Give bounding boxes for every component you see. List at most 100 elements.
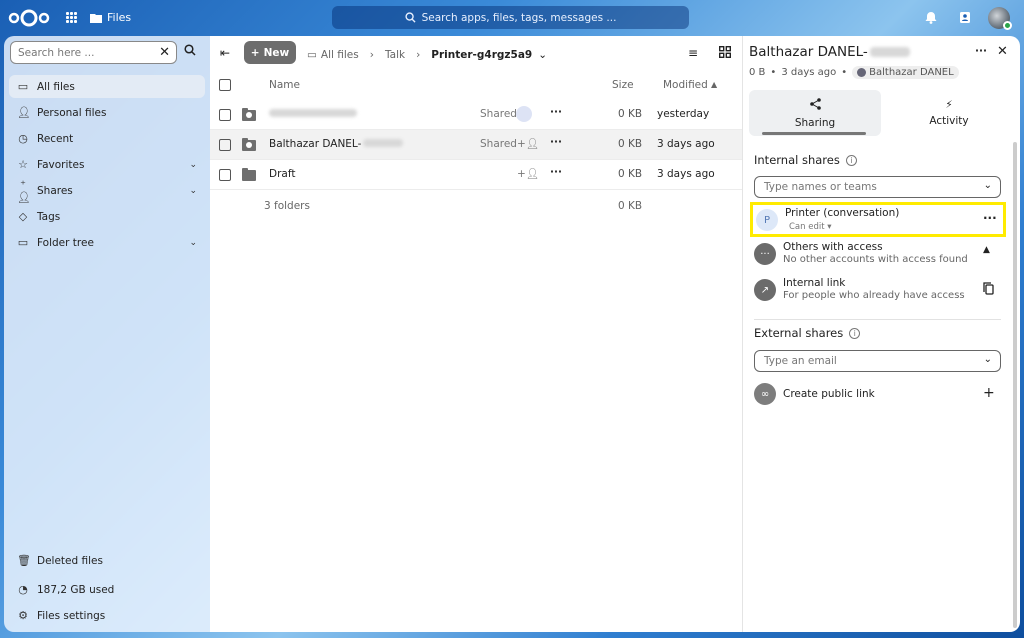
column-name[interactable]: Name: [269, 79, 300, 91]
table-row[interactable]: Balthazar DANEL- Shared +👤︎ ··· 0 KB 3 d…: [210, 130, 742, 160]
file-modified: 3 days ago: [657, 168, 715, 180]
tab-activity[interactable]: ⚡︎ Activity: [883, 90, 1015, 136]
search-icon[interactable]: [184, 44, 196, 59]
select-all-checkbox[interactable]: [219, 79, 231, 91]
file-modified: yesterday: [657, 108, 710, 120]
more-actions-icon[interactable]: ···: [975, 45, 987, 57]
more-actions-icon[interactable]: ···: [550, 166, 562, 178]
new-button[interactable]: + New: [244, 41, 296, 64]
share-permission: Can edit: [789, 222, 825, 232]
filter-icon[interactable]: ≡: [688, 46, 698, 60]
nav-item-recent[interactable]: ◷ Recent: [9, 127, 205, 150]
nav-item-shares[interactable]: ⁺👤︎ Shares ⌄: [9, 177, 205, 204]
nav-item-files-settings[interactable]: ⚙︎ Files settings: [9, 604, 205, 627]
more-actions-icon[interactable]: ···: [550, 136, 562, 148]
file-size: 0 KB: [618, 138, 643, 150]
external-email-input[interactable]: Type an email ⌄: [754, 350, 1001, 372]
shared-folder-icon: [242, 138, 256, 151]
others-with-access[interactable]: ··· Others with access No other accounts…: [743, 239, 1021, 271]
person-icon: 👤︎: [17, 106, 31, 119]
search-icon: [404, 12, 416, 23]
internal-link-subtitle: For people who already have access: [783, 290, 965, 301]
contacts-icon[interactable]: [958, 11, 972, 25]
chevron-down-icon[interactable]: ⌄: [189, 160, 197, 170]
toggle-navigation-icon[interactable]: ⇤: [220, 46, 230, 60]
nav-item-all-files[interactable]: ▭ All files: [9, 75, 205, 98]
link-icon: ∞: [754, 383, 776, 405]
nav-item-deleted-files[interactable]: 🗑︎ Deleted files: [9, 549, 205, 572]
chevron-up-icon[interactable]: ▲: [983, 245, 990, 255]
nav-item-folder-tree[interactable]: ▭ Folder tree ⌄: [9, 231, 205, 254]
bell-icon[interactable]: [924, 11, 938, 25]
internal-link[interactable]: ↗ Internal link For people who already h…: [743, 275, 1021, 307]
share-icon: ⁺👤︎: [17, 177, 31, 204]
internal-share-placeholder: Type names or teams: [764, 181, 877, 193]
row-checkbox[interactable]: [219, 139, 231, 151]
chevron-down-icon: ⌄: [983, 354, 992, 365]
app-title[interactable]: Files: [90, 11, 131, 24]
nav-label: Tags: [37, 210, 61, 223]
folder-icon: ▭: [307, 49, 317, 61]
column-size[interactable]: Size: [612, 79, 634, 91]
nav-item-tags[interactable]: ◇ Tags: [9, 205, 205, 228]
chevron-right-icon: ›: [416, 49, 421, 61]
chevron-down-icon[interactable]: ⌄: [189, 186, 197, 196]
nav-label: Shares: [37, 184, 73, 197]
more-actions-icon[interactable]: ···: [983, 211, 997, 225]
chevron-down-icon[interactable]: ⌄: [189, 238, 197, 248]
file-name[interactable]: [269, 108, 357, 120]
file-name[interactable]: Draft: [269, 168, 295, 180]
nav-item-favorites[interactable]: ☆ Favorites ⌄: [9, 153, 205, 176]
internal-share-search-input[interactable]: Type names or teams ⌄: [754, 176, 1001, 198]
breadcrumb-current[interactable]: Printer-g4rgz5a9: [431, 49, 532, 61]
navigation-sidebar: Search here ... ✕ ▭ All files 👤︎ Personal …: [4, 36, 210, 632]
nav-item-personal-files[interactable]: 👤︎ Personal files: [9, 101, 205, 124]
share-icon: [809, 97, 821, 113]
folder-tree-icon: ▭: [17, 236, 29, 249]
info-icon[interactable]: i: [845, 154, 857, 166]
close-icon[interactable]: ✕: [159, 45, 170, 60]
owner-chip[interactable]: Balthazar DANEL: [852, 66, 959, 79]
add-share-icon[interactable]: +👤︎: [517, 137, 539, 150]
file-size: 0 KB: [618, 108, 643, 120]
user-avatar[interactable]: [988, 7, 1012, 30]
internal-link-title: Internal link: [783, 277, 846, 289]
share-permission-select[interactable]: Can edit ▾: [789, 222, 832, 232]
others-title: Others with access: [783, 241, 883, 253]
chevron-down-icon[interactable]: ⌄: [538, 49, 547, 61]
add-share-icon[interactable]: +👤︎: [517, 167, 539, 180]
trash-icon: 🗑︎: [17, 554, 31, 567]
shared-label[interactable]: Shared: [480, 138, 517, 150]
plus-icon[interactable]: +: [983, 385, 995, 401]
nav-label: Favorites: [37, 158, 85, 171]
grid-view-icon[interactable]: [718, 45, 732, 61]
unified-search[interactable]: Search apps, files, tags, messages ...: [332, 6, 689, 29]
table-row[interactable]: Draft +👤︎ ··· 0 KB 3 days ago: [210, 160, 742, 190]
breadcrumb-talk[interactable]: Talk: [385, 49, 405, 61]
active-tab-indicator: [762, 132, 866, 135]
divider: [754, 319, 1001, 320]
close-icon[interactable]: ✕: [997, 44, 1008, 59]
tab-sharing[interactable]: Sharing: [749, 90, 881, 136]
breadcrumb-all-files[interactable]: All files: [321, 49, 359, 61]
copy-icon[interactable]: [983, 282, 994, 298]
sidebar-scrollbar[interactable]: [1013, 142, 1017, 628]
shared-label[interactable]: Shared: [480, 108, 517, 120]
table-row[interactable]: Shared ··· 0 KB yesterday: [210, 100, 742, 130]
nav-label: Deleted files: [37, 554, 103, 567]
nav-search-input[interactable]: Search here ... ✕: [10, 41, 177, 64]
row-checkbox[interactable]: [219, 169, 231, 181]
nav-item-quota[interactable]: ◔ 187,2 GB used: [9, 578, 205, 601]
column-modified[interactable]: Modified: [663, 79, 708, 91]
top-bar: Files Search apps, files, tags, messages…: [0, 0, 1024, 36]
more-actions-icon[interactable]: ···: [550, 106, 562, 118]
row-checkbox[interactable]: [219, 109, 231, 121]
share-entry-highlighted[interactable]: P Printer (conversation) Can edit ▾ ···: [750, 202, 1006, 237]
sidebar-title: Balthazar DANEL-: [749, 44, 910, 60]
table-footer: 3 folders 0 KB: [210, 192, 742, 220]
nextcloud-logo[interactable]: [8, 9, 50, 27]
app-menu-icon[interactable]: [66, 12, 77, 23]
create-public-link[interactable]: ∞ Create public link +: [743, 381, 1021, 409]
info-icon[interactable]: i: [849, 327, 861, 339]
file-name[interactable]: Balthazar DANEL-: [269, 138, 404, 150]
